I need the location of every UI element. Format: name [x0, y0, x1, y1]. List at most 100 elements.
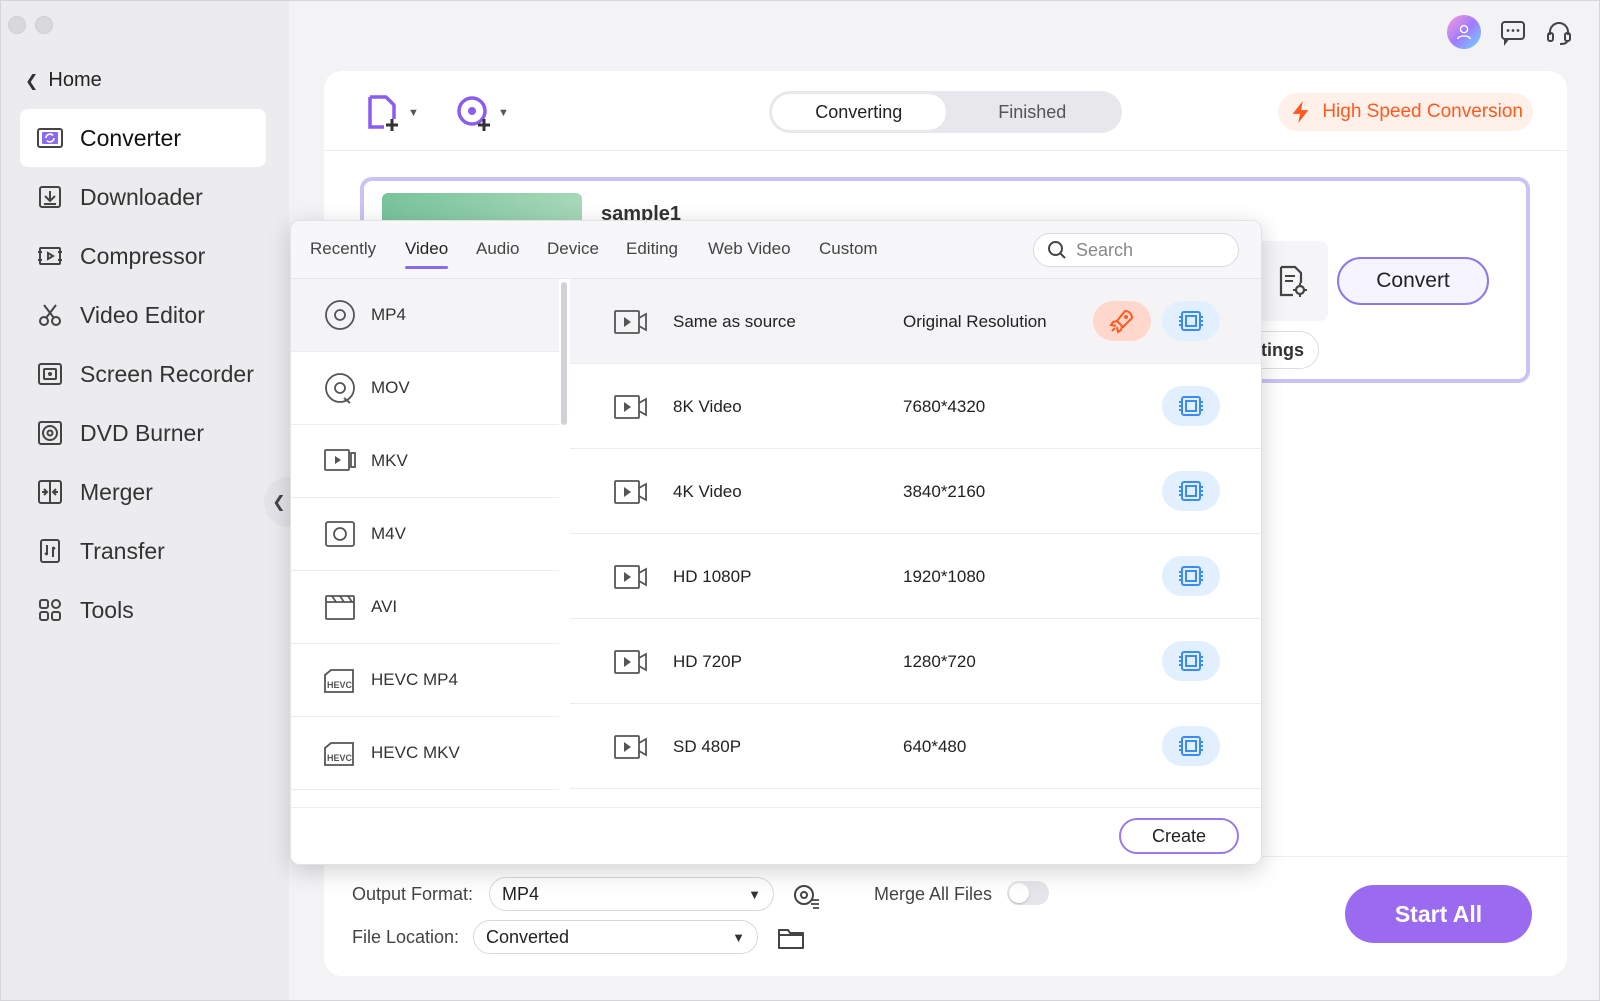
tab-converting[interactable]: Converting — [772, 94, 946, 130]
status-tabs: Converting Finished — [769, 91, 1122, 133]
tab-device[interactable]: Device — [547, 239, 599, 259]
popup-footer: Create — [291, 807, 1261, 864]
minimize-window-button[interactable] — [35, 16, 53, 34]
format-list: MP4 MOV MKV M4V AVI HEVC HEVC MP4 HEVC H… — [291, 279, 559, 809]
resolution-item-1080p[interactable]: HD 1080P 1920*1080 — [570, 534, 1261, 619]
svg-text:HEVC: HEVC — [327, 753, 353, 763]
tab-editing[interactable]: Editing — [626, 239, 678, 259]
edit-preset-button[interactable] — [1162, 556, 1220, 596]
close-window-button[interactable] — [8, 16, 26, 34]
sidebar-item-compressor[interactable]: Compressor — [20, 227, 266, 285]
mkv-icon — [324, 449, 356, 471]
high-speed-conversion-button[interactable]: High Speed Conversion — [1278, 93, 1533, 131]
merge-all-files-toggle[interactable] — [1007, 881, 1049, 905]
format-item-hevc-mkv[interactable]: HEVC HEVC MKV — [291, 717, 559, 790]
hevc-icon: HEVC — [324, 669, 354, 693]
format-label: MOV — [371, 378, 410, 397]
add-dvd-button[interactable]: ▼ — [454, 93, 509, 133]
chevron-left-icon: ❮ — [25, 72, 39, 90]
tools-grid-icon — [39, 599, 61, 621]
resolution-item-4k[interactable]: 4K Video 3840*2160 — [570, 449, 1261, 534]
search-input[interactable] — [1076, 239, 1226, 261]
edit-preset-button[interactable] — [1162, 471, 1220, 511]
chip-icon — [1179, 566, 1203, 586]
add-file-icon — [368, 95, 398, 131]
sidebar-item-screen-recorder[interactable]: Screen Recorder — [20, 345, 266, 403]
tab-audio[interactable]: Audio — [476, 239, 519, 259]
format-label: MP4 — [371, 305, 406, 324]
headset-support-icon[interactable] — [1545, 18, 1573, 46]
video-camera-icon — [614, 395, 647, 419]
sidebar-item-tools[interactable]: Tools — [20, 581, 266, 639]
resolution-item-8k[interactable]: 8K Video 7680*4320 — [570, 364, 1261, 449]
start-all-button[interactable]: Start All — [1345, 885, 1532, 943]
edit-preset-button[interactable] — [1162, 301, 1220, 341]
file-location-label: File Location: — [352, 927, 460, 947]
tab-custom[interactable]: Custom — [819, 239, 878, 259]
avatar[interactable] — [1447, 15, 1481, 49]
sidebar-item-video-editor[interactable]: Video Editor — [20, 286, 266, 344]
tab-recently[interactable]: Recently — [310, 239, 376, 259]
format-item-mp4[interactable]: MP4 — [291, 279, 559, 352]
sidebar-item-dvd-burner[interactable]: DVD Burner — [20, 404, 266, 462]
file-location-select[interactable]: Converted ▼ — [473, 920, 758, 954]
sidebar-item-downloader[interactable]: Downloader — [20, 168, 266, 226]
sidebar-item-transfer[interactable]: Transfer — [20, 522, 266, 580]
format-item-m4v[interactable]: M4V — [291, 498, 559, 571]
main-toolbar: ▼ ▼ Converting Finished High Speed Conve… — [324, 71, 1567, 151]
edit-preset-button[interactable] — [1162, 726, 1220, 766]
resolution-item-480p[interactable]: SD 480P 640*480 — [570, 704, 1261, 789]
edit-preset-button[interactable] — [1162, 641, 1220, 681]
resolution-name: 4K Video — [673, 482, 742, 501]
file-settings-button[interactable] — [1254, 241, 1328, 321]
format-item-mov[interactable]: MOV — [291, 352, 559, 425]
sidebar-item-label: Transfer — [80, 537, 165, 564]
resolution-value: 3840*2160 — [903, 482, 986, 501]
chevron-down-icon: ▼ — [748, 886, 761, 902]
tab-web-video[interactable]: Web Video — [708, 239, 791, 259]
format-item-hevc-mp4[interactable]: HEVC HEVC MP4 — [291, 644, 559, 717]
convert-button[interactable]: Convert — [1337, 257, 1489, 305]
tab-finished[interactable]: Finished — [946, 94, 1120, 130]
resolution-value: 7680*4320 — [903, 397, 986, 416]
resolution-name: 8K Video — [673, 397, 742, 416]
sidebar: ❮ Home Converter Downloader Compressor V… — [1, 1, 289, 1000]
chip-icon — [1179, 311, 1203, 331]
format-item-avi[interactable]: AVI — [291, 571, 559, 644]
resolution-list: Same as source Original Resolution 8K Vi… — [570, 279, 1261, 809]
chip-icon — [1179, 396, 1203, 416]
home-link[interactable]: ❮ Home — [25, 69, 102, 92]
create-button[interactable]: Create — [1119, 818, 1239, 854]
format-item-mkv[interactable]: MKV — [291, 425, 559, 498]
mov-icon — [325, 373, 355, 404]
add-files-button[interactable]: ▼ — [364, 93, 419, 133]
gpu-boost-button[interactable] — [1093, 301, 1151, 341]
svg-text:HEVC: HEVC — [327, 680, 353, 690]
resolution-name: Same as source — [673, 312, 796, 331]
chevron-down-icon: ▼ — [732, 929, 745, 945]
output-format-value: MP4 — [502, 883, 540, 904]
m4v-icon — [325, 521, 355, 547]
sidebar-item-label: Screen Recorder — [80, 360, 254, 387]
format-popup: Recently Video Audio Device Editing Web … — [290, 220, 1262, 865]
output-format-select[interactable]: MP4 ▼ — [489, 877, 774, 911]
resolution-item-720p[interactable]: HD 720P 1280*720 — [570, 619, 1261, 704]
high-speed-label: High Speed Conversion — [1322, 101, 1523, 122]
edit-preset-button[interactable] — [1162, 386, 1220, 426]
folder-icon[interactable] — [776, 923, 806, 953]
resolution-name: HD 1080P — [673, 567, 752, 586]
window-controls — [8, 16, 53, 34]
format-tabs: Recently Video Audio Device Editing Web … — [291, 221, 1261, 279]
chevron-down-icon: ▼ — [498, 107, 509, 119]
video-camera-icon — [614, 565, 647, 589]
tab-video[interactable]: Video — [405, 239, 449, 269]
output-settings-icon[interactable] — [791, 880, 821, 910]
sidebar-item-merger[interactable]: Merger — [20, 463, 266, 521]
resolution-item-same-as-source[interactable]: Same as source Original Resolution — [570, 279, 1261, 364]
format-list-scrollbar[interactable] — [561, 282, 567, 425]
sidebar-item-label: Converter — [80, 124, 181, 151]
sidebar-item-converter[interactable]: Converter — [20, 109, 266, 167]
lightning-icon — [1292, 100, 1309, 124]
format-label: HEVC MKV — [371, 743, 460, 762]
feedback-icon[interactable] — [1499, 18, 1527, 46]
